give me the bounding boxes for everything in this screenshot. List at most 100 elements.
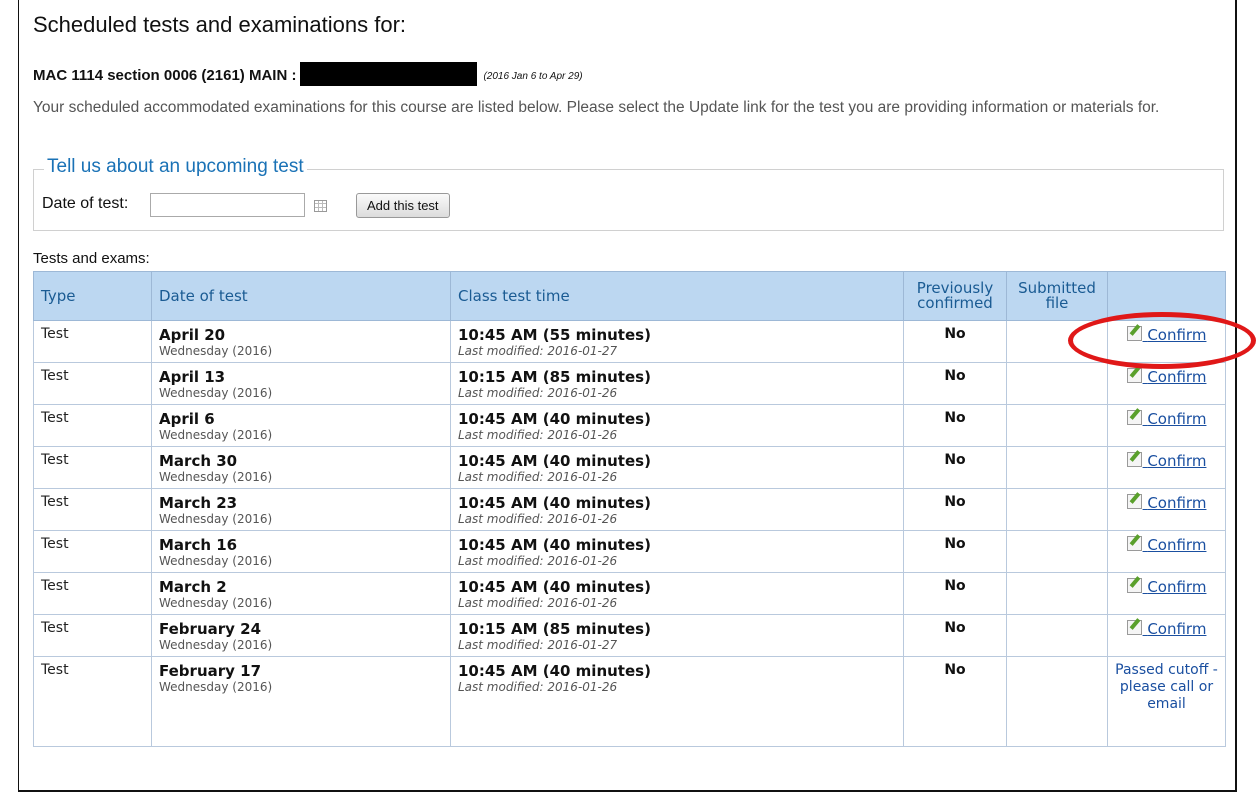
- cell-date: April 20 Wednesday (2016): [151, 320, 451, 363]
- edit-icon: [1126, 578, 1142, 593]
- confirm-link[interactable]: Confirm: [1126, 620, 1207, 638]
- cell-time: 10:45 AM (40 minutes) Last modified: 2016…: [450, 446, 904, 489]
- table-row: Test March 30 Wednesday (2016) 10:45 AM (40…: [33, 446, 1226, 489]
- table-header-row: Type Date of test Class test time Previo…: [33, 271, 1226, 321]
- test-time: 10:45 AM (40 minutes): [458, 578, 651, 596]
- cell-action: Confirm: [1107, 404, 1226, 447]
- test-day: Wednesday (2016): [159, 596, 273, 610]
- cell-action: Confirm: [1107, 362, 1226, 405]
- test-time: 10:45 AM (40 minutes): [458, 452, 651, 470]
- cell-type: Test: [33, 362, 152, 405]
- test-day: Wednesday (2016): [159, 470, 273, 484]
- calendar-icon[interactable]: [314, 200, 327, 212]
- test-time: 10:15 AM (85 minutes): [458, 368, 651, 386]
- cell-type: Test: [33, 320, 152, 363]
- cell-confirmed: No: [903, 488, 1007, 531]
- cell-confirmed: No: [903, 404, 1007, 447]
- cell-action: Confirm: [1107, 530, 1226, 573]
- cell-action: Confirm: [1107, 572, 1226, 615]
- cell-action: Confirm: [1107, 446, 1226, 489]
- add-test-button[interactable]: Add this test: [356, 193, 450, 218]
- test-time: 10:45 AM (40 minutes): [458, 536, 651, 554]
- confirm-link[interactable]: Confirm: [1126, 452, 1207, 470]
- confirm-label: Confirm: [1147, 368, 1207, 386]
- cell-confirmed: No: [903, 572, 1007, 615]
- confirm-label: Confirm: [1147, 578, 1207, 596]
- passed-cutoff-note: Passed cutoff - please call or email: [1115, 662, 1218, 712]
- cell-type: Test: [33, 656, 152, 747]
- col-action: [1107, 271, 1226, 321]
- cell-date: March 23 Wednesday (2016): [151, 488, 451, 531]
- cell-type: Test: [33, 572, 152, 615]
- cell-time: 10:45 AM (40 minutes) Last modified: 2016…: [450, 488, 904, 531]
- last-modified: Last modified: 2016-01-26: [458, 596, 618, 610]
- cell-time: 10:45 AM (40 minutes) Last modified: 2016…: [450, 404, 904, 447]
- cell-file: [1006, 530, 1108, 573]
- tests-label: Tests and exams:: [33, 250, 150, 267]
- last-modified: Last modified: 2016-01-26: [458, 470, 618, 484]
- test-time: 10:45 AM (40 minutes): [458, 662, 651, 680]
- test-day: Wednesday (2016): [159, 512, 273, 526]
- cell-file: [1006, 656, 1108, 747]
- table-row: Test March 2 Wednesday (2016) 10:45 AM (40 …: [33, 572, 1226, 615]
- test-time: 10:15 AM (85 minutes): [458, 620, 651, 638]
- cell-confirmed: No: [903, 530, 1007, 573]
- course-heading: MAC 1114 section 0006 (2161) MAIN : (2016…: [33, 62, 583, 86]
- table-row: Test February 24 Wednesday (2016) 10:15 AM …: [33, 614, 1226, 657]
- page-title: Scheduled tests and examinations for:: [33, 12, 407, 37]
- cell-date: February 17 Wednesday (2016): [151, 656, 451, 747]
- cell-action: Confirm: [1107, 320, 1226, 363]
- test-date: March 16: [159, 536, 238, 554]
- course-name: MAC 1114 section 0006 (2161) MAIN :: [33, 67, 297, 84]
- test-day: Wednesday (2016): [159, 638, 273, 652]
- cell-date: March 2 Wednesday (2016): [151, 572, 451, 615]
- test-date: March 2: [159, 578, 227, 596]
- cell-action: Passed cutoff - please call or email: [1107, 656, 1226, 747]
- test-date: March 30: [159, 452, 238, 470]
- test-day: Wednesday (2016): [159, 386, 273, 400]
- redacted-block: [300, 62, 478, 86]
- confirm-link[interactable]: Confirm: [1126, 536, 1206, 554]
- confirm-label: Confirm: [1147, 326, 1207, 344]
- col-type: Type: [33, 271, 152, 321]
- tests-table: Type Date of test Class test time Previo…: [33, 271, 1226, 747]
- last-modified: Last modified: 2016-01-26: [458, 512, 618, 526]
- col-time: Class test time: [450, 271, 904, 321]
- confirm-link[interactable]: Confirm: [1126, 326, 1207, 344]
- test-time: 10:45 AM (40 minutes): [458, 494, 651, 512]
- test-day: Wednesday (2016): [159, 554, 273, 568]
- cell-date: March 16 Wednesday (2016): [151, 530, 451, 573]
- confirm-link[interactable]: Confirm: [1126, 410, 1207, 428]
- table-row: Test March 16 Wednesday (2016) 10:45 AM (40…: [33, 530, 1226, 573]
- cell-time: 10:45 AM (40 minutes) Last modified: 2016…: [450, 572, 904, 615]
- last-modified: Last modified: 2016-01-26: [458, 428, 618, 442]
- table-row: Test March 23 Wednesday (2016) 10:45 AM (40…: [33, 488, 1226, 531]
- confirm-link[interactable]: Confirm: [1126, 578, 1207, 596]
- edit-icon: [1126, 452, 1142, 467]
- table-row: Test April 13 Wednesday (2016) 10:15 AM (85…: [33, 362, 1226, 405]
- confirm-label: Confirm: [1147, 620, 1207, 638]
- cell-confirmed: No: [903, 656, 1007, 747]
- test-time: 10:45 AM (40 minutes): [458, 410, 651, 428]
- test-date: February 24: [159, 620, 262, 638]
- cell-date: March 30 Wednesday (2016): [151, 446, 451, 489]
- cell-time: 10:15 AM (85 minutes) Last modified: 2016…: [450, 362, 904, 405]
- last-modified: Last modified: 2016-01-27: [458, 638, 618, 652]
- confirm-link[interactable]: Confirm: [1126, 494, 1206, 512]
- confirm-label: Confirm: [1147, 410, 1207, 428]
- col-date: Date of test: [151, 271, 451, 321]
- cell-date: February 24 Wednesday (2016): [151, 614, 451, 657]
- test-day: Wednesday (2016): [159, 344, 273, 358]
- table-row: Test April 20 Wednesday (2016) 10:45 AM (55…: [33, 320, 1226, 363]
- date-of-test-input[interactable]: [150, 193, 305, 217]
- edit-icon: [1126, 536, 1142, 551]
- date-of-test-label: Date of test:: [42, 195, 129, 212]
- test-date: April 6: [159, 410, 215, 428]
- confirm-link[interactable]: Confirm: [1126, 368, 1207, 386]
- cell-time: 10:45 AM (40 minutes) Last modified: 2016…: [450, 656, 904, 747]
- cell-action: Confirm: [1107, 488, 1226, 531]
- cell-confirmed: No: [903, 362, 1007, 405]
- confirm-label: Confirm: [1147, 452, 1207, 470]
- cell-confirmed: No: [903, 614, 1007, 657]
- last-modified: Last modified: 2016-01-27: [458, 344, 618, 358]
